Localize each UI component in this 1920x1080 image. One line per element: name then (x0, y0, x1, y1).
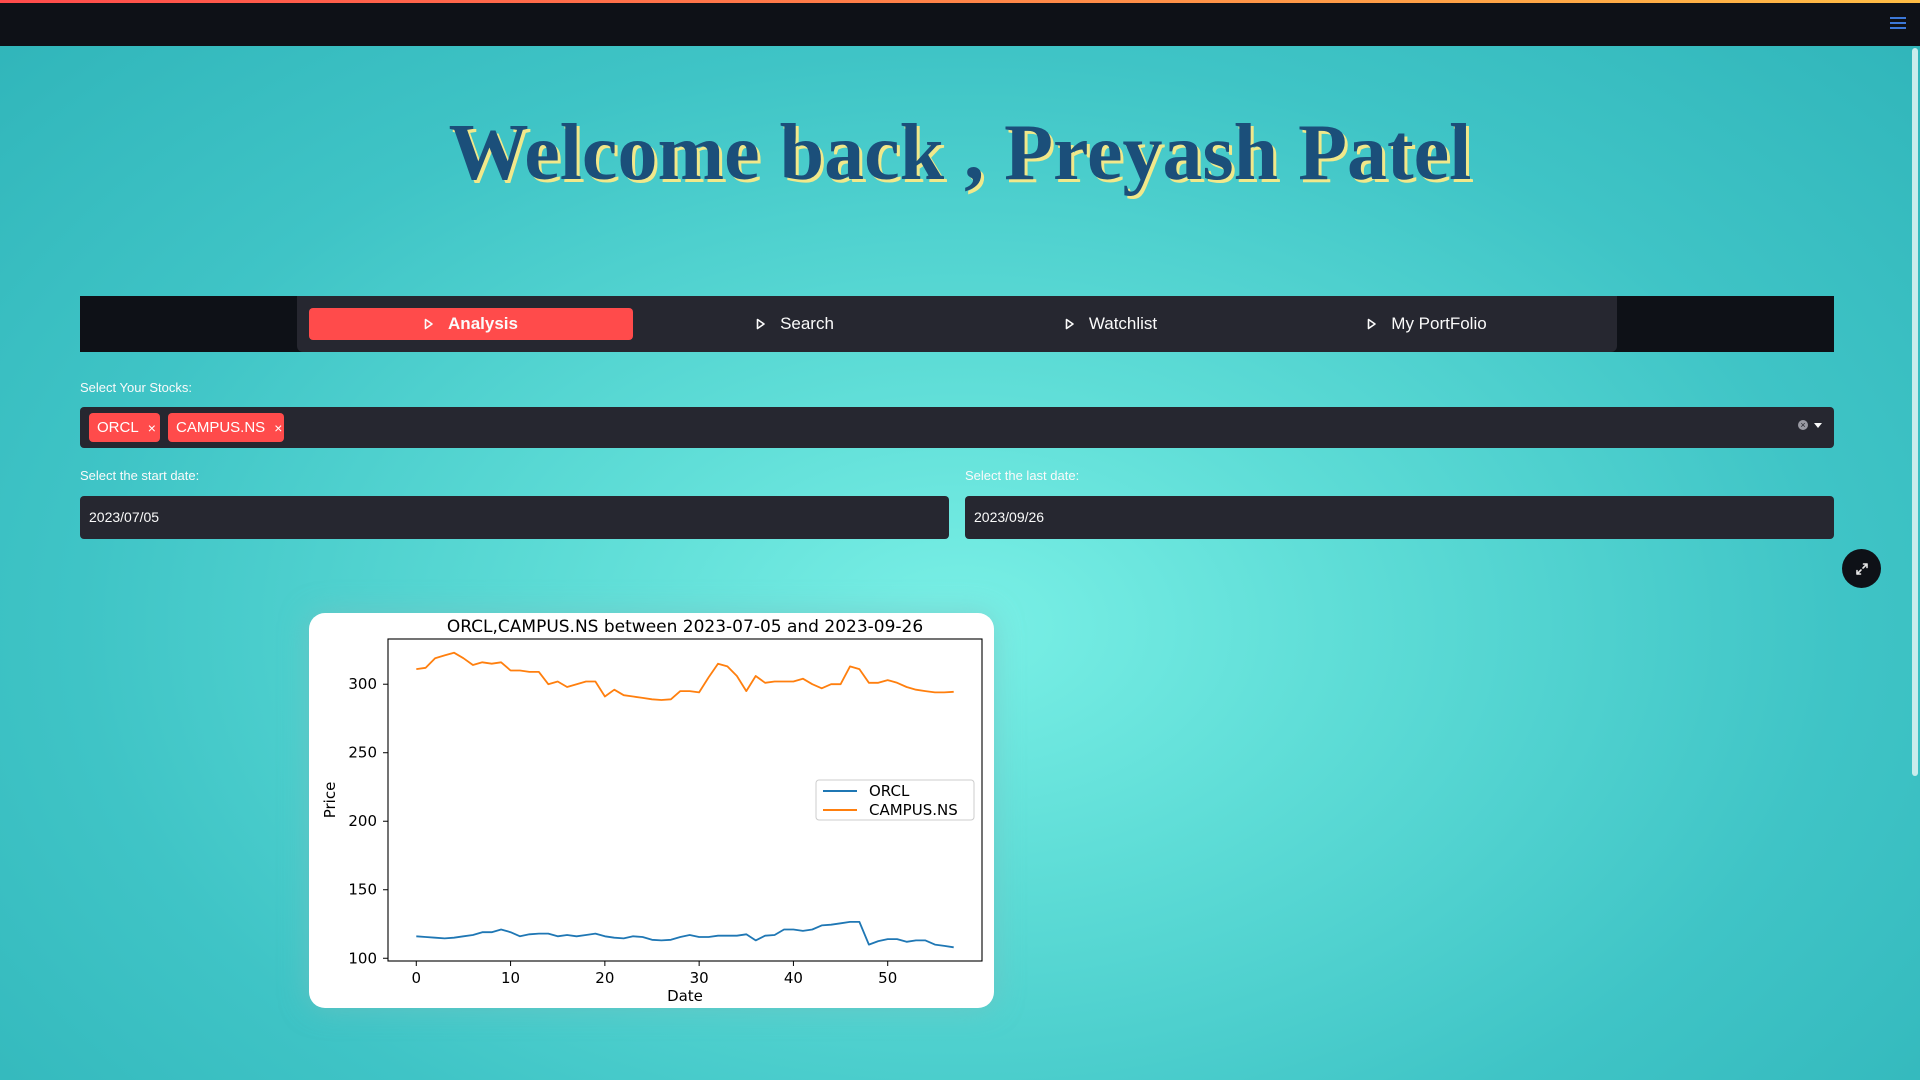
x-axis-label: Date (667, 987, 703, 1005)
hamburger-icon[interactable] (1890, 17, 1906, 31)
tab-label: Analysis (448, 314, 518, 333)
tab-watchlist[interactable]: Watchlist (949, 308, 1273, 340)
tag-label: ORCL (97, 419, 139, 436)
start-date-input[interactable]: 2023/07/05 (80, 496, 949, 539)
y-tick-label: 200 (348, 812, 377, 830)
tab-label: Watchlist (1088, 314, 1158, 333)
tab-analysis[interactable]: Analysis (309, 308, 633, 340)
clear-all-icon[interactable]: × (1798, 420, 1808, 430)
play-outline-icon (1367, 318, 1377, 330)
tab-label: My PortFolio (1391, 314, 1487, 333)
chevron-down-icon[interactable] (1814, 422, 1822, 428)
nav-menu: Analysis Search Watchlist My PortFolio (297, 296, 1617, 352)
play-outline-icon (1065, 318, 1074, 330)
stock-tag-orcl[interactable]: ORCL × (89, 413, 160, 442)
tag-label: CAMPUS.NS (176, 419, 266, 436)
end-date-label: Select the last date: (965, 468, 1080, 483)
stock-tag-campus[interactable]: CAMPUS.NS × (168, 413, 284, 442)
tab-label: Search (780, 314, 834, 333)
y-tick-label: 100 (348, 949, 377, 967)
y-axis-label: Price (321, 782, 339, 819)
start-date-label: Select the start date: (80, 468, 200, 483)
tab-search[interactable]: Search (633, 308, 957, 340)
x-tick-label: 20 (595, 969, 614, 987)
legend-label: ORCL (869, 782, 910, 800)
x-tick-label: 30 (690, 969, 709, 987)
remove-tag-icon[interactable]: × (274, 420, 282, 436)
remove-tag-icon[interactable]: × (148, 420, 156, 436)
x-tick-label: 0 (412, 969, 422, 987)
stocks-label: Select Your Stocks: (80, 380, 193, 395)
expand-icon (1855, 562, 1868, 575)
multiselect-controls: × (1798, 420, 1822, 430)
nav-bar: Analysis Search Watchlist My PortFolio (80, 296, 1834, 352)
stocks-multiselect[interactable]: ORCL × CAMPUS.NS × × (80, 407, 1834, 448)
legend-label: CAMPUS.NS (869, 801, 958, 819)
y-tick-label: 250 (348, 744, 377, 762)
x-tick-label: 50 (878, 969, 897, 987)
price-chart-card: ORCL,CAMPUS.NS between 2023-07-05 and 20… (309, 613, 994, 1008)
tab-my-portfolio[interactable]: My PortFolio (1265, 308, 1589, 340)
fullscreen-button[interactable] (1842, 549, 1881, 588)
play-outline-icon (756, 318, 765, 330)
chart-title: ORCL,CAMPUS.NS between 2023-07-05 and 20… (447, 617, 923, 637)
end-date-input[interactable]: 2023/09/26 (965, 496, 1834, 539)
play-outline-icon (424, 318, 433, 330)
x-tick-label: 40 (784, 969, 803, 987)
price-chart: ORCL,CAMPUS.NS between 2023-07-05 and 20… (321, 617, 983, 1005)
y-tick-label: 300 (348, 675, 377, 693)
x-tick-label: 10 (501, 969, 520, 987)
y-tick-label: 150 (348, 881, 377, 899)
page-title: Welcome back , Preyash Patel (448, 109, 1472, 197)
top-bar (0, 3, 1920, 46)
